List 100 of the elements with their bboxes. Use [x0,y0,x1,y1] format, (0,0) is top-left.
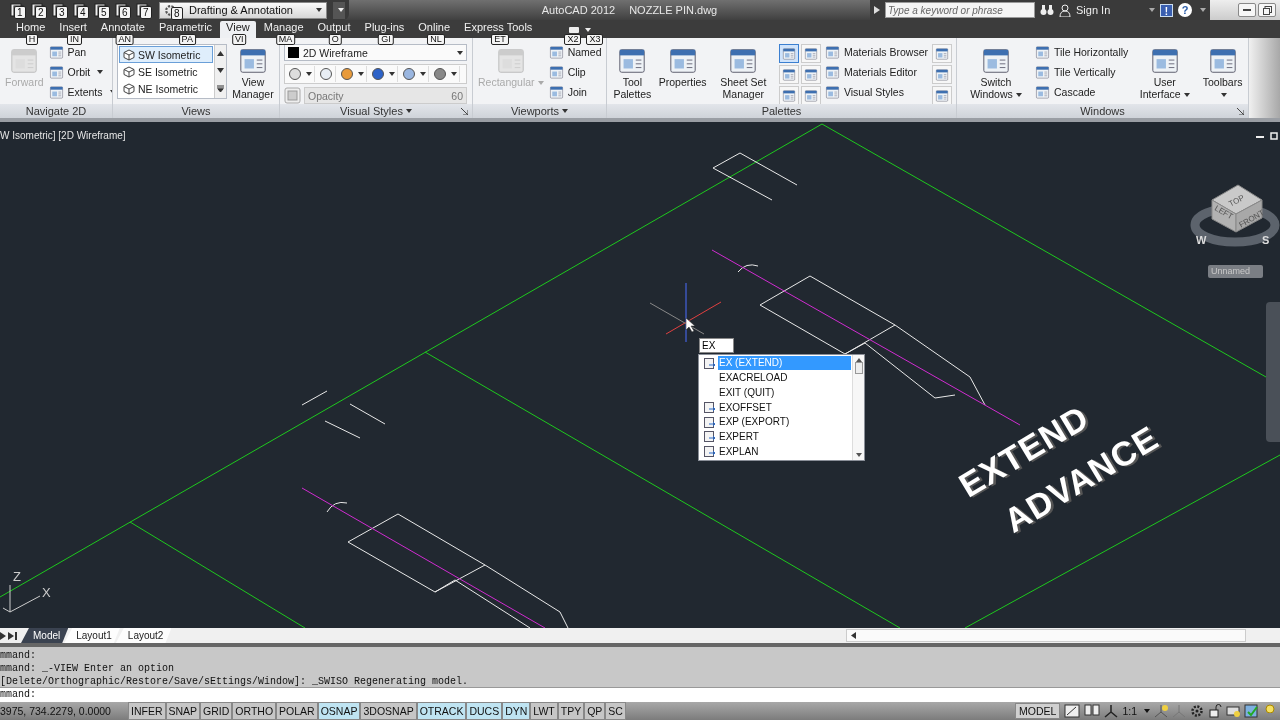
style-tool-button[interactable] [286,66,315,82]
user-icon[interactable] [1059,3,1071,17]
style-tool-button[interactable] [317,66,336,82]
status-toggle[interactable]: INFER [128,702,166,720]
isolate-icon[interactable] [1244,704,1260,718]
viewport-label[interactable]: W Isometric] [2D Wireframe] [0,130,126,141]
status-toggle[interactable]: DUCS [466,702,503,720]
status-toggle[interactable]: OTRACK [416,702,467,720]
restore-icon[interactable] [1270,132,1278,140]
help-button[interactable]: ? [1178,3,1192,17]
ribbon-button[interactable]: Join [548,84,602,100]
viewcube-drawing[interactable] [1211,184,1263,233]
annotation-icon[interactable] [1154,704,1168,718]
toggle-button[interactable] [800,44,821,63]
status-toggle[interactable]: OSNAP [317,702,361,720]
ribbon-button[interactable]: Materials Browser [824,44,928,60]
toggle-button[interactable] [932,65,952,84]
scroll-down-icon[interactable] [217,68,224,73]
compass-label[interactable]: S [1262,234,1270,246]
status-toggle[interactable]: GRID [200,702,233,720]
launcher-icon[interactable] [461,108,468,115]
lock-icon[interactable] [1208,704,1222,718]
panel-title[interactable]: Palettes [607,104,956,118]
sign-in-link[interactable]: Sign In [1076,4,1141,16]
panel-title[interactable]: Windows [957,104,1248,118]
status-toggle[interactable]: LWT [530,702,558,720]
workspace-dropdown[interactable]: 8 Drafting & Annotation [159,1,327,19]
status-toggle[interactable]: SC [605,702,626,720]
ribbon-button[interactable]: Visual Styles [824,84,928,100]
ribbon-button[interactable]: Sheet Set Manager [711,44,775,102]
ribbon-button[interactable]: Clip [548,64,602,80]
layout-tab[interactable]: Model [21,628,69,643]
status-toggle[interactable]: ORTHO [232,702,277,720]
viewports-icon[interactable] [1084,704,1101,718]
visual-style-dropdown[interactable]: 2D Wireframe [284,44,467,61]
ribbon-button[interactable]: Orbit [48,64,112,80]
scroll-up-icon[interactable] [217,51,224,56]
panel-title[interactable]: Views [113,104,279,118]
autocomplete-item[interactable]: EXPLAN [700,444,851,460]
command-line-field[interactable]: mmand: [0,688,1280,702]
style-tool-button[interactable] [369,66,398,82]
scroll-down-icon[interactable] [855,453,862,457]
scroll-left-icon[interactable] [851,632,856,639]
layout-tab[interactable]: Layout2 [115,628,172,643]
view-list-item[interactable]: SW Isometric [119,46,213,63]
binoculars-icon[interactable] [1040,4,1054,16]
view-list-item[interactable]: NE Isometric [119,80,213,97]
panel-title[interactable]: Visual Styles [280,104,472,118]
search-field[interactable]: Type a keyword or phrase [885,2,1035,18]
annotation-scale[interactable]: 1:1 [1122,705,1137,717]
ribbon-button[interactable]: Cascade [1035,84,1129,100]
ribbon-button[interactable]: User Interface [1132,44,1198,102]
layout-icon[interactable] [1064,704,1081,718]
minimize-button[interactable] [1238,3,1256,17]
style-tool-button[interactable] [400,66,429,82]
autocomplete-item[interactable]: EXOFFSET [700,400,851,415]
autocomplete-item[interactable]: EXIT (QUIT) [700,385,851,401]
panel-title[interactable]: Viewports [473,104,606,118]
toggle-button[interactable] [778,86,799,104]
last-icon[interactable] [8,631,17,640]
ribbon-button[interactable]: Toolbars [1201,44,1244,102]
style-tool-button[interactable] [431,66,460,82]
status-toggle[interactable]: SNAP [165,702,201,720]
launcher-icon[interactable] [1237,108,1244,115]
status-toggle[interactable]: QP [584,702,606,720]
dynamic-input-field[interactable]: EX [699,338,734,353]
ribbon-button[interactable]: Tool Palettes [611,44,654,102]
ribbon-button[interactable]: Properties [657,44,708,90]
autocomplete-list[interactable]: EX (EXTEND) EXACRELOAD EXIT (QUIT) EXOFFSET EXP (EXPORT) EXPERT EXPLAN [698,354,865,461]
ribbon-button[interactable]: Materials Editor [824,64,928,80]
ribbon-button[interactable]: Tile Vertically [1035,64,1129,80]
space-button[interactable]: MODEL [1015,703,1061,719]
toggle-button[interactable] [778,44,799,63]
settings-icon[interactable] [1190,704,1204,718]
autocomplete-item[interactable]: EXACRELOAD [700,370,851,386]
toggle-button[interactable] [932,44,952,63]
status-toggle[interactable]: POLAR [276,702,318,720]
hardware-icon[interactable] [1226,704,1240,718]
autocomplete-item[interactable]: EXP (EXPORT) [700,414,851,430]
customize-button[interactable] [333,1,345,19]
panel-icon[interactable] [568,25,581,34]
ribbon-button[interactable]: View Manager [231,44,275,102]
annotation-scale-icon[interactable] [1104,704,1119,718]
status-toggle[interactable]: TPY [557,702,585,720]
toggle-button[interactable] [800,86,821,104]
ribbon-button[interactable]: Named [548,44,602,60]
previous-icon[interactable] [0,631,6,640]
toggle-button[interactable] [778,65,799,84]
style-tool-button[interactable] [338,66,367,82]
status-toggle[interactable]: DYN [502,702,531,720]
toggle-button[interactable] [800,65,821,84]
panel-title[interactable]: Navigate 2D [0,104,112,118]
autocomplete-item[interactable]: EXPERT [700,429,851,445]
horizontal-scrollbar[interactable] [846,629,1246,642]
exchange-button[interactable]: ! [1160,3,1173,17]
toggle-button[interactable] [932,86,952,104]
cube-face-label[interactable]: TOP [1227,193,1246,209]
ribbon-button[interactable]: Tile Horizontally [1035,44,1129,60]
scroll-thumb-icon[interactable] [854,362,863,374]
ribbon-button[interactable]: Switch Windows [961,44,1031,102]
